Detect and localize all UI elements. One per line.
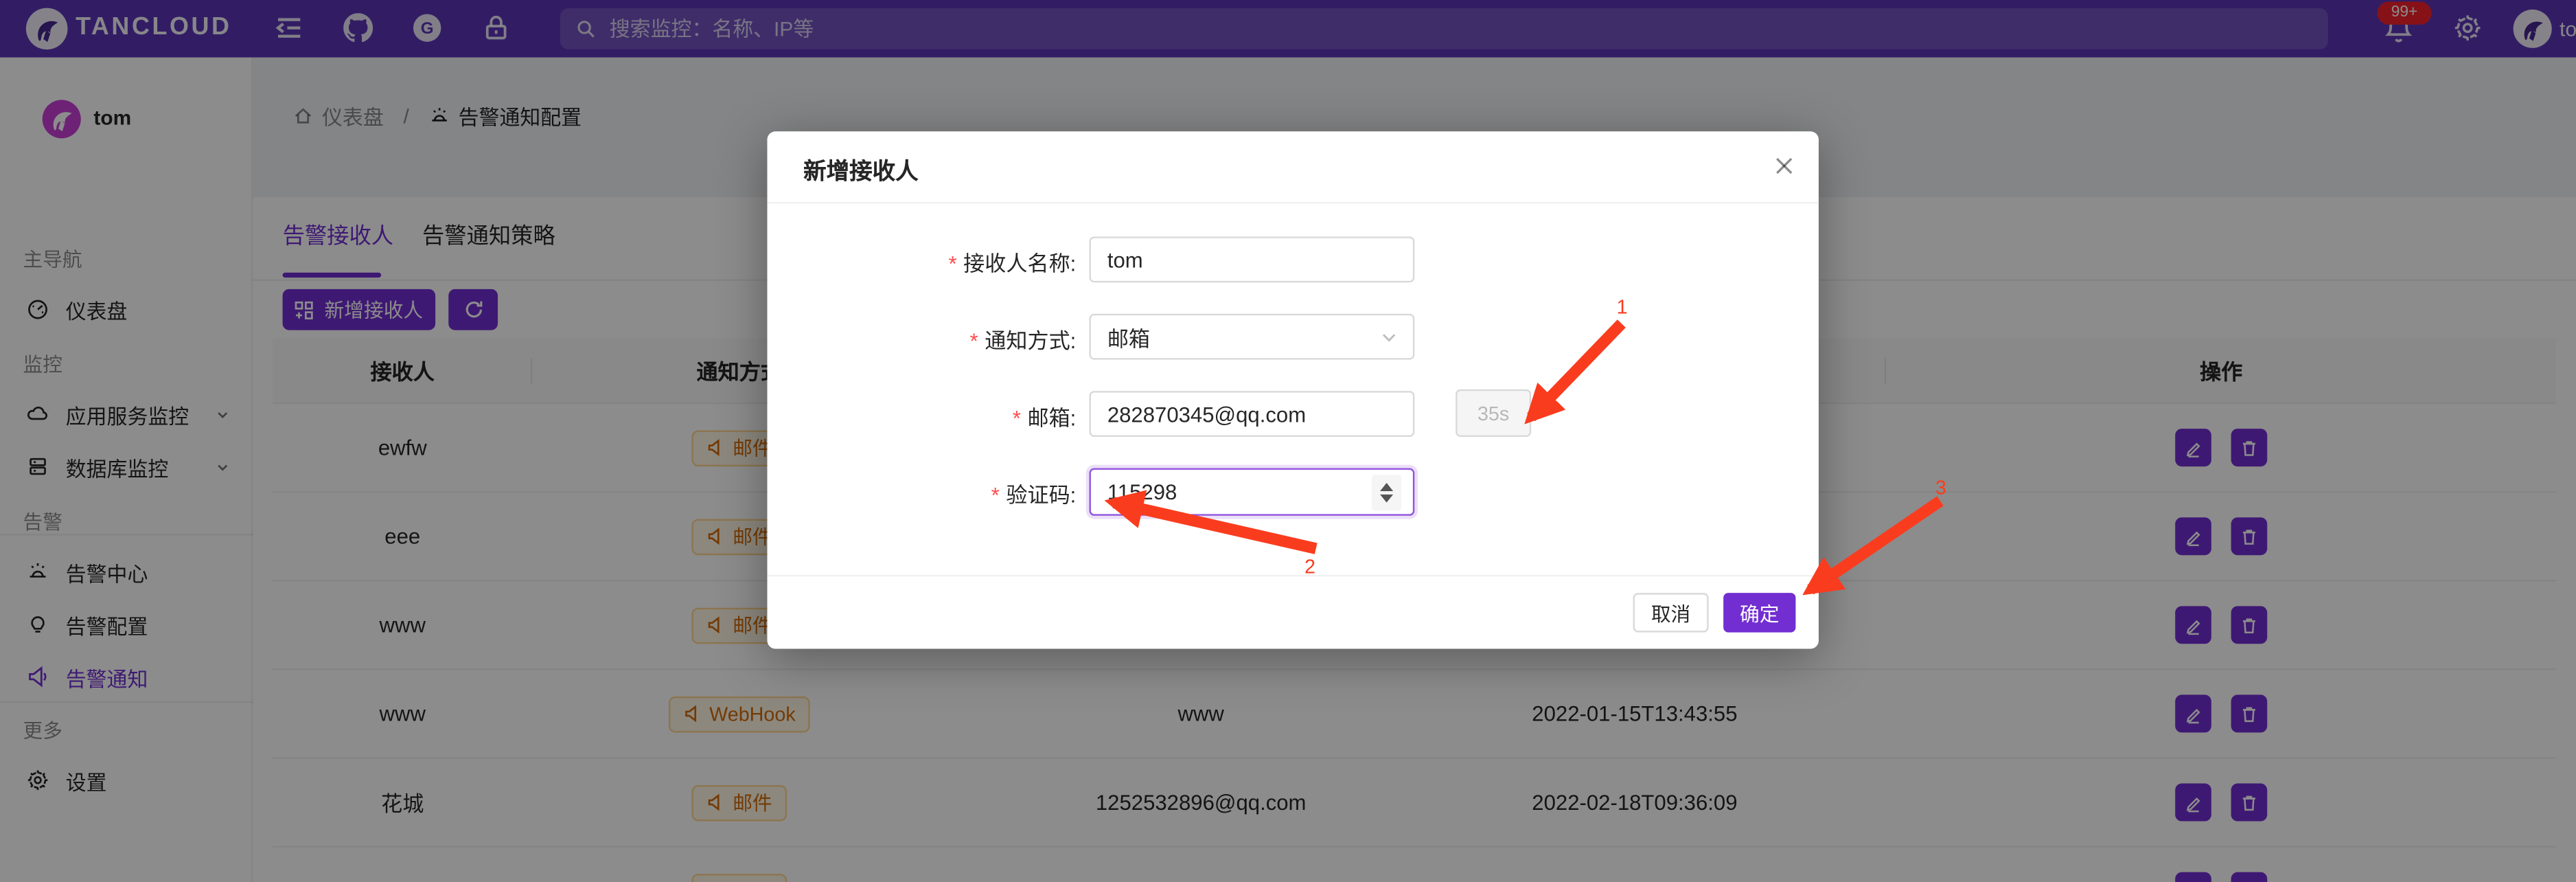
number-spinner[interactable] bbox=[1372, 474, 1401, 510]
recipient-name-input[interactable] bbox=[1089, 236, 1414, 282]
form-row-method: * 通知方式: 邮箱 bbox=[767, 314, 1818, 360]
field-label-email: 邮箱: bbox=[1027, 406, 1076, 431]
field-label-code: 验证码: bbox=[1006, 483, 1076, 508]
field-label-method: 通知方式: bbox=[985, 328, 1076, 353]
modal-title: 新增接收人 bbox=[803, 155, 919, 188]
required-mark: * bbox=[948, 251, 956, 276]
spinner-down-icon[interactable] bbox=[1380, 494, 1393, 502]
add-recipient-modal: 新增接收人 *接收人名称: *通知方式: 邮箱 *邮箱: 35s *验证码: 1… bbox=[767, 131, 1818, 648]
modal-header-divider bbox=[767, 202, 1818, 203]
confirm-button[interactable]: 确定 bbox=[1723, 593, 1795, 632]
form-row-code: *验证码: 115298 bbox=[767, 468, 1818, 514]
required-mark: * bbox=[970, 328, 978, 353]
selected-method: 邮箱 bbox=[1107, 321, 1150, 352]
notification-method-select[interactable]: 邮箱 bbox=[1089, 314, 1414, 360]
send-code-timer-button[interactable]: 35s bbox=[1456, 389, 1531, 437]
chevron-down-icon bbox=[1380, 328, 1398, 346]
required-mark: * bbox=[1013, 406, 1021, 431]
form-row-email: *邮箱: 35s bbox=[767, 391, 1818, 437]
form-row-name: * 接收人名称: bbox=[767, 236, 1818, 282]
required-mark: * bbox=[991, 483, 1000, 508]
modal-footer-divider bbox=[767, 575, 1818, 576]
app-root: TANCLOUD G 99+ bbox=[0, 0, 2576, 882]
field-label-name: 接收人名称: bbox=[963, 251, 1076, 276]
spinner-up-icon[interactable] bbox=[1380, 482, 1393, 490]
email-input[interactable] bbox=[1089, 391, 1414, 437]
close-icon[interactable] bbox=[1773, 155, 1796, 177]
verification-code-value: 115298 bbox=[1107, 479, 1177, 504]
verification-code-input[interactable]: 115298 bbox=[1089, 468, 1414, 515]
cancel-button[interactable]: 取消 bbox=[1633, 593, 1709, 632]
